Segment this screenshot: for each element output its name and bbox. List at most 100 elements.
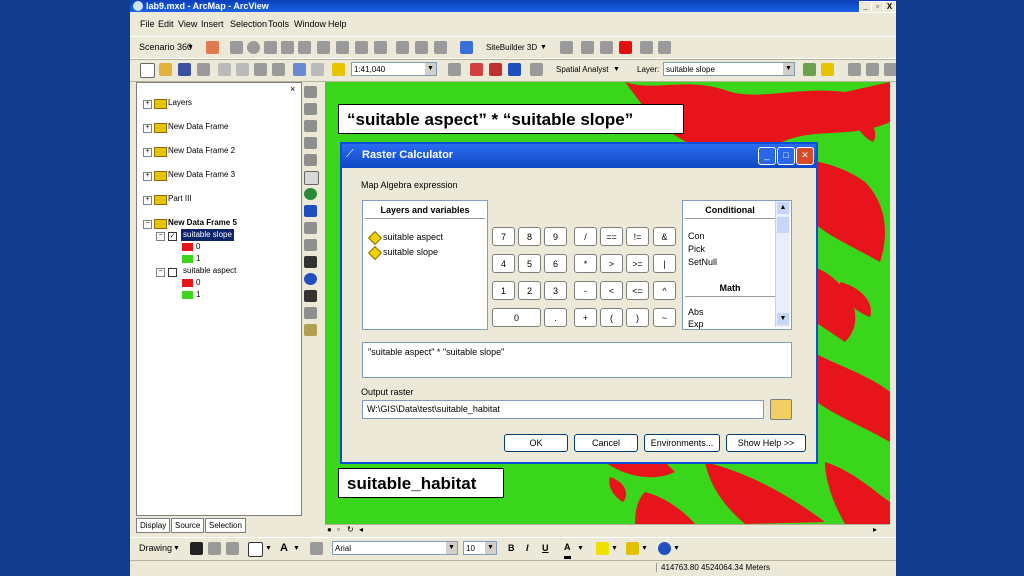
- line-color-arrow[interactable]: ▼: [641, 541, 648, 556]
- delete-icon[interactable]: [272, 63, 285, 76]
- expand-new-data-frame-3[interactable]: +: [143, 172, 152, 181]
- variable-suitable-aspect[interactable]: suitable aspect: [383, 232, 443, 242]
- edit-vertices-icon[interactable]: [310, 542, 323, 555]
- key-less[interactable]: <: [600, 281, 623, 300]
- toc-frame-new-data-frame-2[interactable]: New Data Frame 2: [168, 145, 235, 157]
- show-help-button[interactable]: Show Help >>: [726, 434, 806, 452]
- output-raster-field[interactable]: W:\GIS\Data\test\suitable_habitat: [362, 400, 764, 419]
- dialog-maximize-button[interactable]: □: [777, 147, 795, 165]
- full-extent-tool-icon[interactable]: [304, 154, 317, 166]
- print-icon[interactable]: [197, 63, 210, 76]
- angle-icon[interactable]: [619, 41, 632, 54]
- globe-icon[interactable]: [304, 188, 317, 200]
- key-open-paren[interactable]: (: [600, 308, 623, 327]
- collapse-suitable-aspect[interactable]: −: [156, 268, 165, 277]
- select-features-icon[interactable]: [304, 239, 317, 251]
- tool-pick[interactable]: Pick: [688, 244, 705, 254]
- command-line-icon[interactable]: [489, 63, 502, 76]
- tree-icon[interactable]: [317, 41, 330, 54]
- sitebuilder-dropdown[interactable]: SiteBuilder 3D: [486, 40, 537, 55]
- key-1[interactable]: 1: [492, 281, 515, 300]
- refresh-icon[interactable]: ↻: [347, 525, 354, 534]
- back-arrow-icon[interactable]: [304, 205, 317, 217]
- key-minus[interactable]: -: [574, 281, 597, 300]
- full-extent-icon[interactable]: [884, 63, 896, 76]
- window-icon[interactable]: [658, 41, 671, 54]
- toc-layer-suitable-aspect[interactable]: suitable aspect: [183, 265, 236, 277]
- copy-doc-icon[interactable]: [236, 63, 249, 76]
- key-close-paren[interactable]: ): [626, 308, 649, 327]
- italic-button[interactable]: I: [526, 541, 529, 556]
- tools-list[interactable]: Conditional Con Pick SetNull Math Abs Ex…: [682, 200, 792, 330]
- cancel-button[interactable]: Cancel: [574, 434, 638, 452]
- rotate-icon[interactable]: [208, 542, 221, 555]
- expand-new-data-frame-2[interactable]: +: [143, 148, 152, 157]
- scroll-right-arrow[interactable]: ▸: [873, 525, 877, 534]
- layout-view-icon[interactable]: ▫: [337, 525, 340, 534]
- frame-icon[interactable]: [581, 41, 594, 54]
- environments-button[interactable]: Environments...: [644, 434, 720, 452]
- text-tool-arrow[interactable]: ▼: [293, 541, 300, 556]
- key-4[interactable]: 4: [492, 254, 515, 273]
- key-greater[interactable]: >: [600, 254, 623, 273]
- scenario-dropdown-arrow[interactable]: ▼: [187, 40, 194, 55]
- editor-icon[interactable]: [448, 63, 461, 76]
- menu-view[interactable]: View: [178, 19, 197, 29]
- tool-con[interactable]: Con: [688, 231, 705, 241]
- building-icon[interactable]: [336, 41, 349, 54]
- map-horizontal-scrollbar[interactable]: ● ▫ ↻ ◂ ▸: [325, 524, 890, 537]
- font-combo[interactable]: Arial ▼: [332, 541, 458, 555]
- tab-display[interactable]: Display: [136, 518, 171, 533]
- python-window-icon[interactable]: [508, 63, 521, 76]
- close-button[interactable]: X: [883, 1, 896, 13]
- tools-list-scrollbar[interactable]: ▲ ▼: [775, 201, 790, 327]
- key-multiply[interactable]: *: [574, 254, 597, 273]
- undo-icon[interactable]: [293, 63, 306, 76]
- key-xor[interactable]: ^: [653, 281, 676, 300]
- hyperlink-icon[interactable]: [304, 324, 317, 336]
- menu-file[interactable]: File: [140, 19, 155, 29]
- triangle-icon[interactable]: [281, 41, 294, 54]
- scale-dropdown-arrow[interactable]: ▼: [425, 63, 436, 75]
- marker-color-arrow[interactable]: ▼: [673, 541, 680, 556]
- key-and[interactable]: &: [653, 227, 676, 246]
- browse-folder-icon[interactable]: [770, 399, 792, 420]
- menu-selection[interactable]: Selection: [230, 19, 267, 29]
- tab-source[interactable]: Source: [171, 518, 205, 533]
- key-decimal[interactable]: .: [544, 308, 567, 327]
- bold-button[interactable]: B: [508, 541, 515, 556]
- variable-suitable-slope[interactable]: suitable slope: [383, 247, 438, 257]
- whats-this-icon[interactable]: [530, 63, 543, 76]
- font-size-dropdown-arrow[interactable]: ▼: [485, 542, 496, 554]
- cut-icon[interactable]: [218, 63, 231, 76]
- key-6[interactable]: 6: [544, 254, 567, 273]
- expression-textbox[interactable]: "suitable aspect" * "suitable slope": [362, 342, 792, 378]
- pan-hand-icon[interactable]: [304, 171, 319, 185]
- toc-layer-suitable-slope[interactable]: suitable slope: [181, 229, 234, 241]
- help-icon[interactable]: [460, 41, 473, 54]
- expand-part-iii[interactable]: +: [143, 196, 152, 205]
- layer-checkbox-suitable-slope[interactable]: ✓: [168, 232, 177, 241]
- key-divide[interactable]: /: [574, 227, 597, 246]
- blocks-icon[interactable]: [355, 41, 368, 54]
- fixed-zoom-out-icon[interactable]: [304, 137, 317, 149]
- redo-icon[interactable]: [311, 63, 324, 76]
- layers-variables-list[interactable]: Layers and variables suitable aspect sui…: [362, 200, 488, 330]
- toc-frame-layers[interactable]: Layers: [168, 97, 192, 109]
- zoom-in-icon[interactable]: [304, 86, 317, 98]
- layer-box-icon[interactable]: [434, 41, 447, 54]
- layer-checkbox-suitable-aspect[interactable]: [168, 268, 177, 277]
- key-not-equal[interactable]: !=: [626, 227, 649, 246]
- zoom-extent-icon[interactable]: [866, 63, 879, 76]
- find-binoculars-icon[interactable]: [304, 290, 317, 302]
- dialog-close-button[interactable]: ✕: [796, 147, 814, 165]
- measure-icon[interactable]: [304, 307, 317, 319]
- underline-button[interactable]: U: [542, 541, 549, 556]
- histogram-icon[interactable]: [803, 63, 816, 76]
- key-2[interactable]: 2: [518, 281, 541, 300]
- zoom-to-elements-icon[interactable]: [226, 542, 239, 555]
- key-5[interactable]: 5: [518, 254, 541, 273]
- export-icon[interactable]: [600, 41, 613, 54]
- zoom-layer-icon[interactable]: [848, 63, 861, 76]
- add-data-icon[interactable]: [332, 63, 345, 76]
